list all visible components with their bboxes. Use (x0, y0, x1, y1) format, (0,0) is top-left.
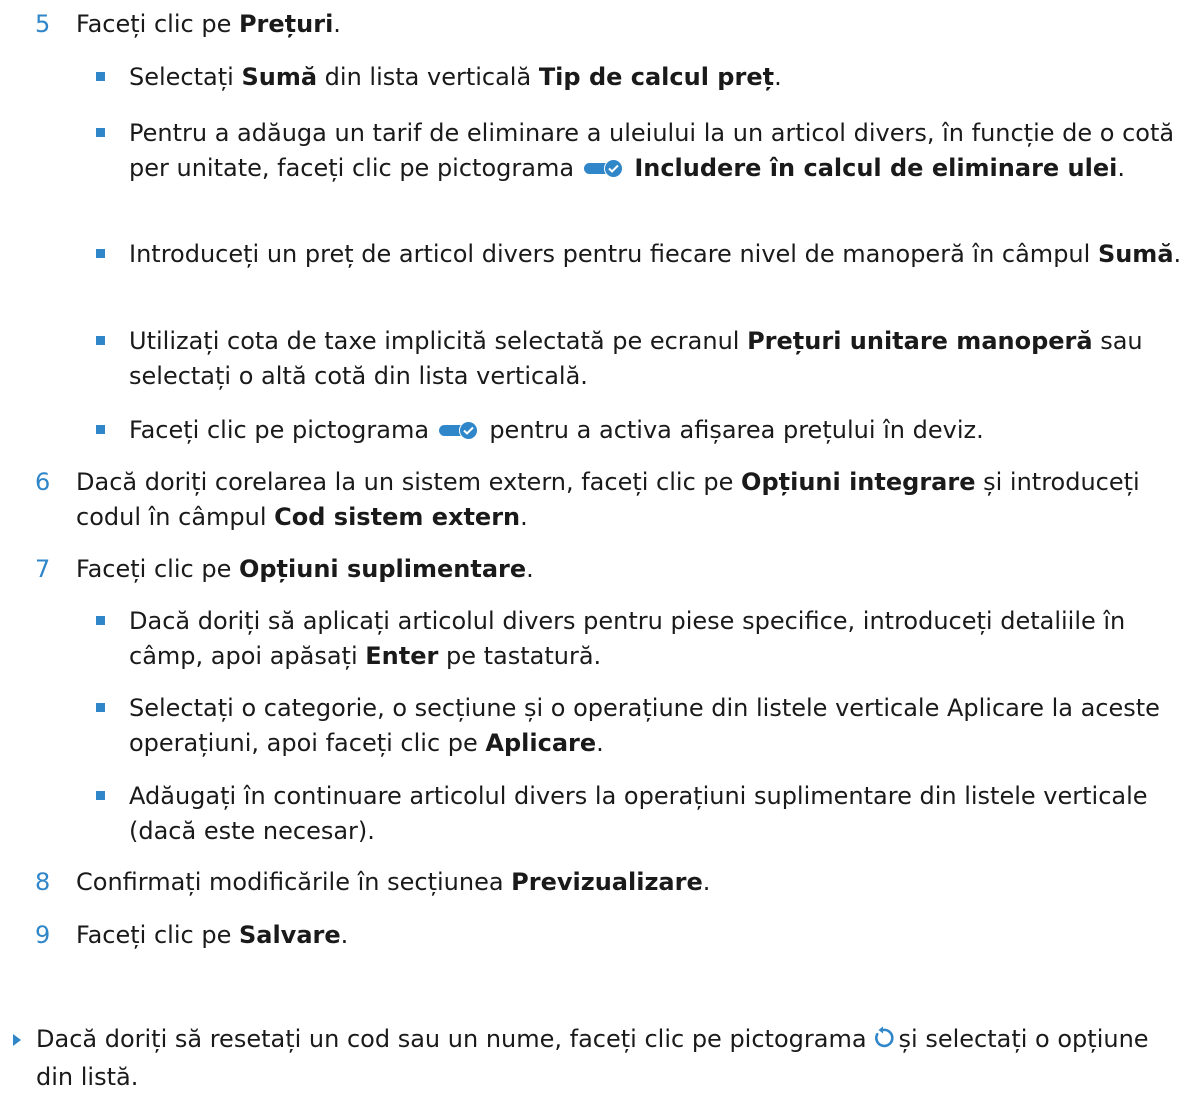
step-text: Faceți clic pe Opțiuni suplimentare. (76, 555, 534, 583)
reset-icon (871, 1025, 895, 1060)
step-text: Dacă doriți corelarea la un sistem exter… (76, 468, 1140, 531)
step-number: 8 (35, 868, 51, 896)
step-number: 5 (35, 10, 51, 38)
step-number: 6 (35, 468, 51, 496)
step-number: 7 (35, 555, 51, 583)
bullet-marker (96, 791, 105, 800)
toggle-on-icon (438, 421, 479, 440)
step-number: 9 (35, 921, 51, 949)
bullet-marker (96, 703, 105, 712)
step-text: Faceți clic pe Prețuri. (76, 10, 341, 38)
bullet-marker (96, 425, 105, 434)
bullet-marker (96, 336, 105, 345)
bullet-marker (96, 128, 105, 137)
bullet-marker (96, 616, 105, 625)
step-text: Confirmați modificările în secțiunea Pre… (76, 868, 711, 896)
bullet-marker (96, 72, 105, 81)
bullet-marker (96, 249, 105, 258)
note-marker (13, 1034, 21, 1046)
toggle-on-icon (583, 158, 624, 178)
step-text: Faceți clic pe Salvare. (76, 921, 349, 949)
